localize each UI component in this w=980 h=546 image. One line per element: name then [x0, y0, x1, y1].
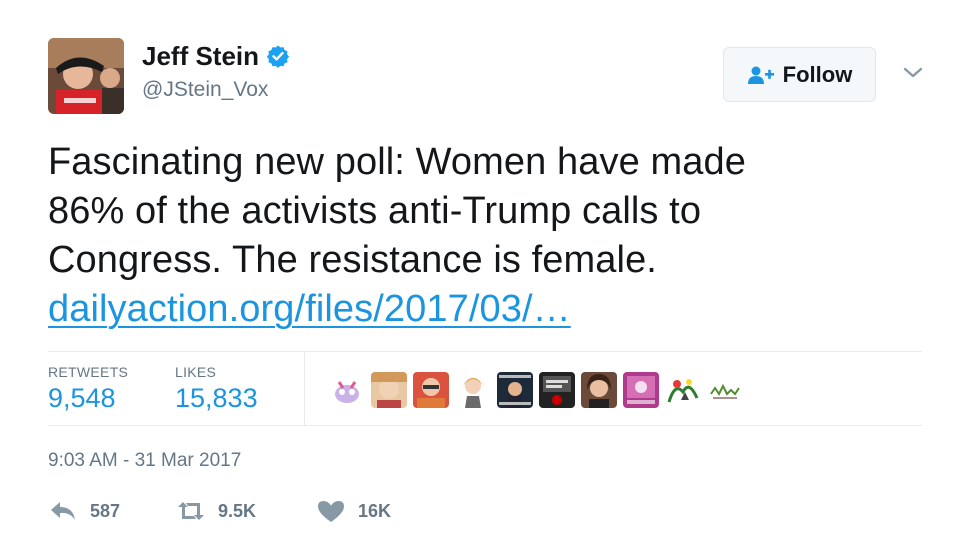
reply-count: 587: [90, 500, 121, 521]
tweet-text-line: Fascinating new poll: Women have made: [48, 141, 746, 183]
liker-avatar[interactable]: [665, 371, 701, 408]
liker-avatar[interactable]: [539, 371, 575, 408]
tweet-timestamp[interactable]: 9:03 AM - 31 Mar 2017: [48, 450, 241, 472]
tweet-card: Jeff Stein @JStein_Vox Follow Fascinatin…: [0, 0, 980, 546]
like-count: 16K: [358, 500, 392, 521]
retweets-stat[interactable]: RETWEETS 9,548: [48, 364, 175, 425]
tweet-text: Fascinating new poll: Women have made 86…: [48, 138, 928, 334]
avatar[interactable]: [48, 38, 124, 114]
likes-label: LIKES: [175, 364, 217, 380]
retweet-icon: [178, 502, 204, 520]
liker-avatar[interactable]: [371, 371, 407, 408]
tweet-link[interactable]: dailyaction.org/files/2017/03/…: [48, 288, 571, 330]
liker-avatar[interactable]: [707, 371, 743, 408]
retweet-button[interactable]: 9.5K: [176, 498, 316, 524]
tweet-stats: RETWEETS 9,548 LIKES 15,833: [48, 352, 922, 425]
retweet-count: 9.5K: [218, 500, 257, 521]
user-name-row[interactable]: Jeff Stein: [142, 40, 290, 72]
follow-label: Follow: [782, 61, 853, 87]
divider: [48, 425, 922, 426]
liker-avatar[interactable]: [497, 371, 533, 408]
retweets-count: 9,548: [48, 383, 116, 413]
retweets-label: RETWEETS: [48, 364, 129, 380]
liker-avatar[interactable]: [413, 371, 449, 408]
likes-stat[interactable]: LIKES 15,833: [175, 364, 304, 425]
liker-avatar[interactable]: [329, 371, 365, 408]
liker-avatar[interactable]: [581, 371, 617, 408]
reply-button[interactable]: 587: [48, 498, 176, 524]
user-handle[interactable]: @JStein_Vox: [142, 78, 268, 102]
liker-avatars: [329, 354, 743, 425]
verified-badge-icon: [266, 45, 290, 68]
tweet-text-line: 86% of the activists anti-Trump calls to: [48, 190, 702, 232]
tweet-actions: 587 9.5K 16K: [48, 496, 391, 526]
liker-avatar[interactable]: [623, 371, 659, 408]
like-button[interactable]: 16K: [316, 498, 391, 524]
likes-count: 15,833: [175, 383, 258, 413]
add-person-icon: [747, 66, 774, 84]
liker-avatar[interactable]: [455, 371, 491, 408]
follow-button[interactable]: Follow: [723, 47, 876, 102]
display-name[interactable]: Jeff Stein: [142, 41, 259, 72]
divider: [304, 352, 305, 425]
avatar-image: [48, 38, 124, 114]
heart-icon: [318, 501, 344, 522]
reply-icon: [51, 502, 75, 520]
tweet-text-line: Congress. The resistance is female.: [48, 239, 657, 281]
chevron-down-icon[interactable]: [902, 66, 924, 80]
